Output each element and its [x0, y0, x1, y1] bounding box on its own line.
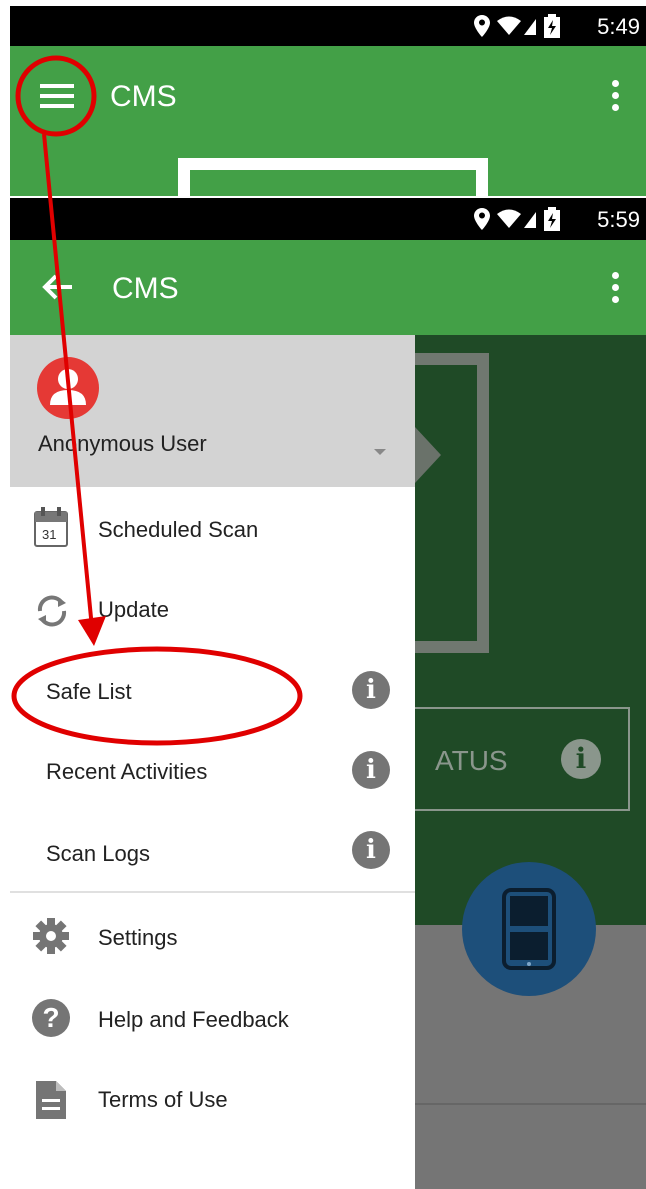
- annotation-arrow-line: [42, 133, 94, 629]
- annotation-overlay: [11, 55, 303, 746]
- safe-list-highlight-ellipse: [11, 646, 303, 746]
- menu-highlight-circle: [15, 55, 97, 137]
- annotation-arrowhead: [78, 616, 106, 646]
